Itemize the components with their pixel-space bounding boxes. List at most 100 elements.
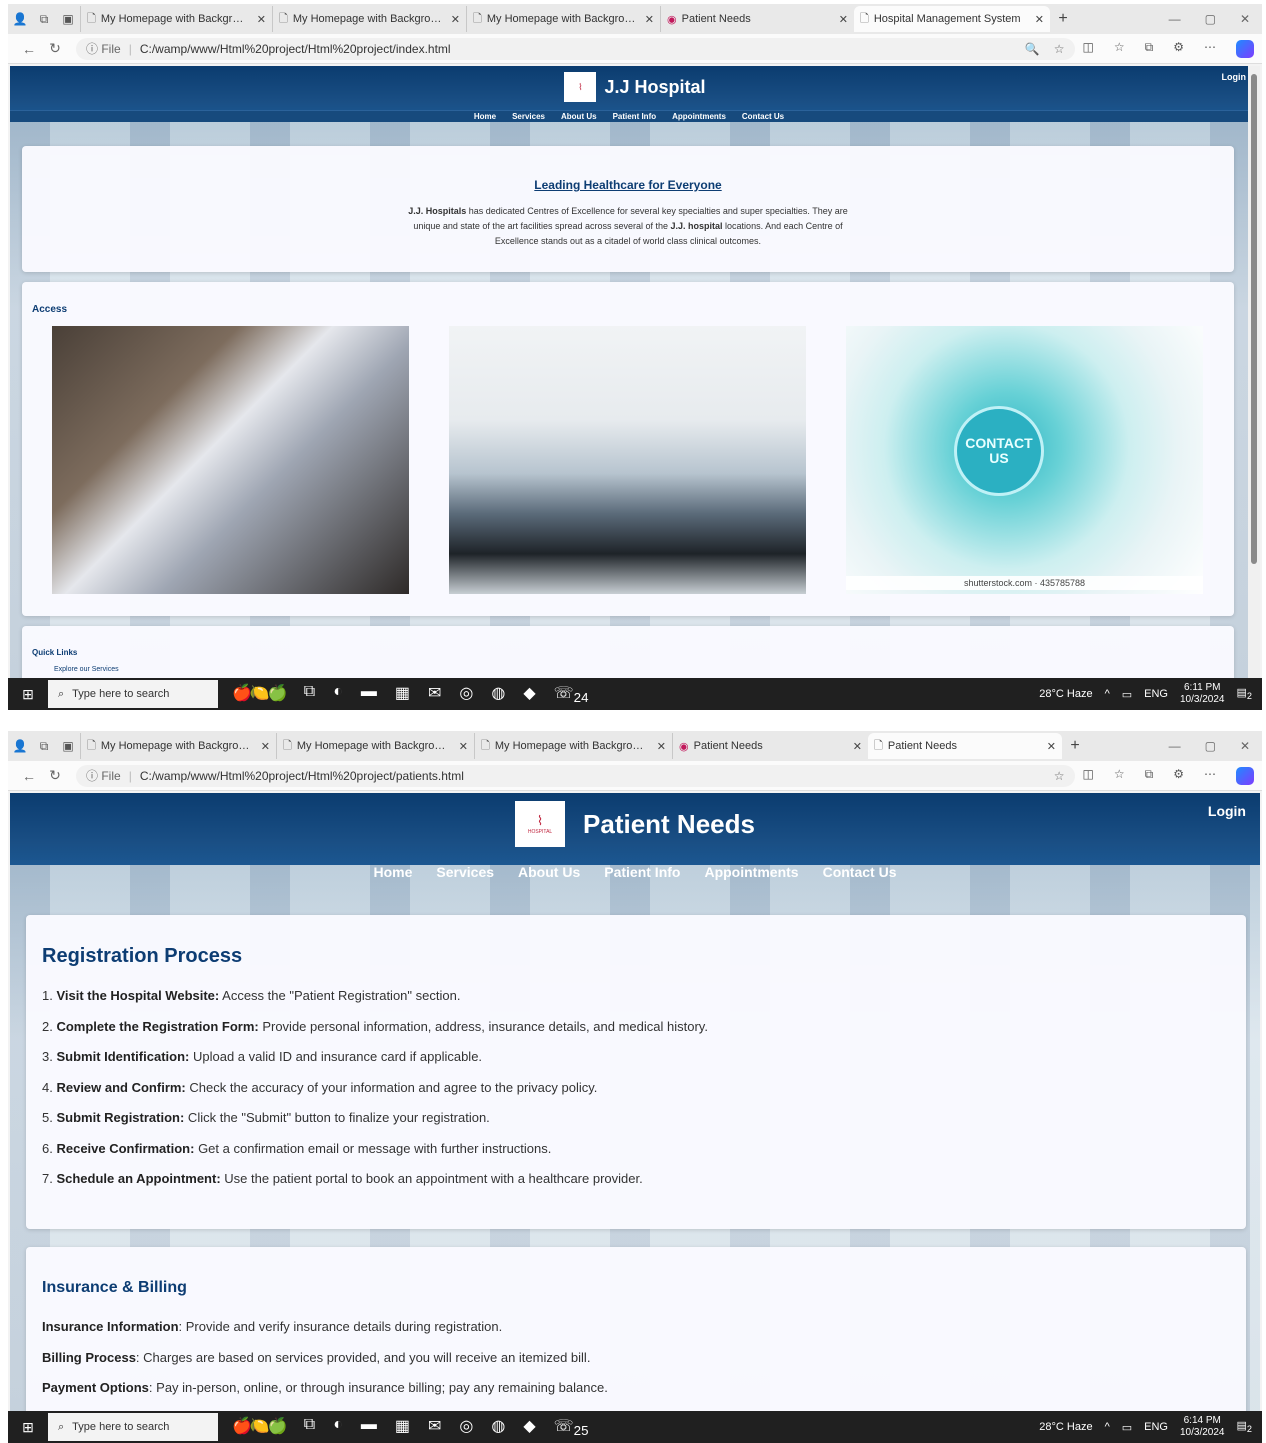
favorite-star-icon[interactable]: ☆ [1054,42,1065,56]
network-icon[interactable]: ▭ [1122,1421,1132,1434]
weather-widget[interactable]: 28°C Haze [1039,688,1092,700]
split-screen-icon[interactable]: ◫ [1083,40,1094,58]
back-icon[interactable]: ← [16,41,42,57]
hero-title[interactable]: Leading Healthcare for Everyone [22,178,1234,192]
clock[interactable]: 6:11 PM 10/3/2024 [1180,682,1225,706]
more-icon[interactable]: ⋯ [1204,767,1216,785]
nav-services[interactable]: Services [512,111,545,122]
close-tab-icon[interactable]: ✕ [459,740,468,753]
close-tab-icon[interactable]: ✕ [261,740,270,753]
chrome-icon[interactable]: ◎ [459,1416,473,1438]
language-indicator[interactable]: ENG [1144,1421,1168,1433]
nav-about-us[interactable]: About Us [561,111,597,122]
firefox-icon[interactable]: ◍ [491,1416,505,1438]
more-icon[interactable]: ⋯ [1204,40,1216,58]
language-indicator[interactable]: ENG [1144,688,1168,700]
whatsapp-icon[interactable]: ☏25 [554,1416,589,1438]
zoom-icon[interactable]: 🔍 [1025,42,1040,56]
clock[interactable]: 6:14 PM 10/3/2024 [1180,1415,1225,1439]
nav-appointments[interactable]: Appointments [672,111,726,122]
extensions-icon[interactable]: ⚙ [1173,767,1184,785]
taskbar-search[interactable]: ⌕ Type here to search [48,1413,218,1441]
tab-homepage-2[interactable]: 🗋 My Homepage with Background ✕ [276,733,474,759]
nav-about-us[interactable]: About Us [518,861,580,883]
taskbar-search[interactable]: ⌕ Type here to search [48,680,218,708]
close-tab-icon[interactable]: ✕ [853,740,862,753]
notifications-icon[interactable]: ▤2 [1237,1419,1253,1434]
hospital-ward-image[interactable] [449,326,806,594]
tab-patient-needs[interactable]: ◉ Patient Needs ✕ [672,733,868,759]
store-icon[interactable]: ▦ [395,1416,410,1438]
quick-link-explore[interactable]: Explore our Services [54,666,119,673]
split-screen-icon[interactable]: ◫ [1083,767,1094,785]
minimize-icon[interactable]: — [1169,739,1181,753]
tab-active[interactable]: 🗋 Hospital Management System ✕ [854,6,1050,32]
tab-actions-icon[interactable]: ▣ [56,12,80,26]
favorites-icon[interactable]: ☆ [1114,767,1125,785]
firefox-icon[interactable]: ◍ [491,683,505,705]
network-icon[interactable]: ▭ [1122,688,1132,701]
close-tab-icon[interactable]: ✕ [1035,13,1044,26]
back-icon[interactable]: ← [16,768,42,784]
minimize-icon[interactable]: — [1169,12,1181,26]
store-icon[interactable]: ▦ [395,683,410,705]
login-link[interactable]: Login [1208,803,1246,819]
new-tab-button[interactable]: + [1050,10,1076,28]
new-tab-button[interactable]: + [1062,737,1088,755]
file-explorer-icon[interactable]: ▬ [361,1416,377,1438]
profile-icon[interactable]: 👤 [8,739,32,753]
whatsapp-icon[interactable]: ☏24 [554,683,589,705]
tab-actions-icon[interactable]: ▣ [56,739,80,753]
nav-patient-info[interactable]: Patient Info [604,861,680,883]
profile-icon[interactable]: 👤 [8,12,32,26]
tab-homepage-3[interactable]: 🗋 My Homepage with Background ✕ [466,6,660,32]
page-scrollbar[interactable] [1248,66,1260,678]
maximize-icon[interactable]: ▢ [1205,12,1216,26]
collections-icon[interactable]: ⧉ [1145,767,1154,785]
close-tab-icon[interactable]: ✕ [645,13,654,26]
info-icon[interactable]: ⓘ File [86,40,121,57]
task-view-icon[interactable]: ⧉ [304,683,315,705]
scrollbar-thumb[interactable] [1251,74,1257,564]
nav-contact-us[interactable]: Contact Us [823,861,897,883]
weather-widget[interactable]: 28°C Haze [1039,1421,1092,1433]
windows-start-icon[interactable]: ⊞ [8,686,48,703]
workspaces-icon[interactable]: ⧉ [32,739,56,754]
close-tab-icon[interactable]: ✕ [257,13,266,26]
app-icon[interactable]: ◆ [523,1416,535,1438]
mail-icon[interactable]: ✉ [428,683,441,705]
tab-active[interactable]: 🗋 Patient Needs ✕ [868,733,1062,759]
copilot-icon[interactable] [1236,766,1254,785]
maximize-icon[interactable]: ▢ [1205,739,1216,753]
notifications-icon[interactable]: ▤2 [1237,686,1253,701]
nav-patient-info[interactable]: Patient Info [613,111,657,122]
edge-icon[interactable]: ◐ [333,1416,343,1438]
tray-chevron-icon[interactable]: ^ [1105,1421,1110,1433]
chrome-icon[interactable]: ◎ [459,683,473,705]
tab-homepage-1[interactable]: 🗋 My Homepage with Background ✕ [80,733,276,759]
close-tab-icon[interactable]: ✕ [451,13,460,26]
contact-us-image[interactable]: CONTACT US shutterstock.com · 435785788 [846,326,1203,594]
nav-home[interactable]: Home [474,111,496,122]
mail-icon[interactable]: ✉ [428,1416,441,1438]
nav-home[interactable]: Home [374,861,413,883]
close-window-icon[interactable]: ✕ [1240,12,1250,26]
windows-start-icon[interactable]: ⊞ [8,1419,48,1436]
login-link[interactable]: Login [1222,72,1247,82]
workspaces-icon[interactable]: ⧉ [32,12,56,27]
address-bar[interactable]: ⓘ File | C:/wamp/www/Html%20project/Html… [76,764,1075,787]
tray-chevron-icon[interactable]: ^ [1105,688,1110,700]
task-view-icon[interactable]: ⧉ [304,1416,315,1438]
url-text[interactable]: C:/wamp/www/Html%20project/Html%20projec… [140,42,1011,56]
doctor-with-tablet-image[interactable] [52,326,409,594]
nav-contact-us[interactable]: Contact Us [742,111,784,122]
address-bar[interactable]: ⓘ File | C:/wamp/www/Html%20project/Html… [76,37,1075,60]
favorites-icon[interactable]: ☆ [1114,40,1125,58]
copilot-icon[interactable] [1236,39,1254,58]
nav-appointments[interactable]: Appointments [704,861,798,883]
nav-services[interactable]: Services [436,861,494,883]
app-icon[interactable]: ◆ [523,683,535,705]
edge-icon[interactable]: ◐ [333,683,343,705]
close-window-icon[interactable]: ✕ [1240,739,1250,753]
url-text[interactable]: C:/wamp/www/Html%20project/Html%20projec… [140,769,1040,783]
